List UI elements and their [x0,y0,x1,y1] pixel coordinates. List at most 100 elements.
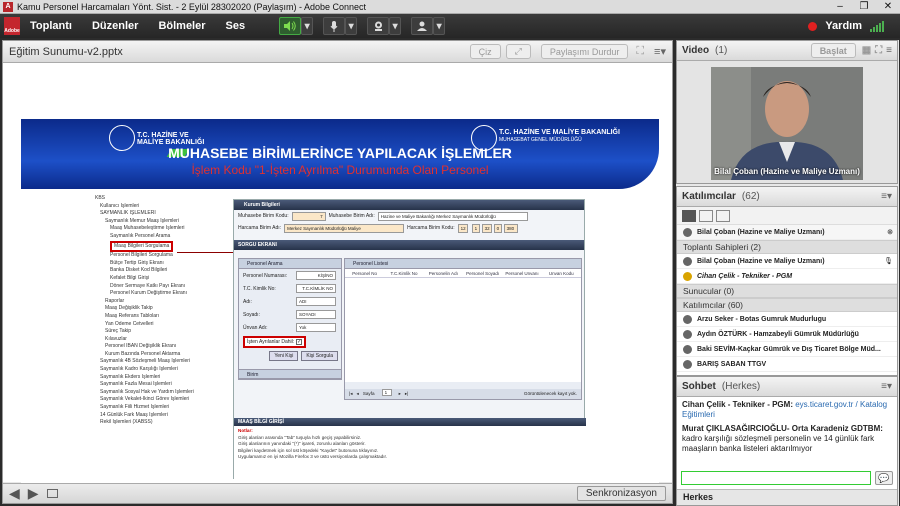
kurum-kodu-field[interactable]: 7 [291,211,326,221]
kurum-adi-field[interactable]: Hazine ve Maliye Bakanlığı Merkez Sayman… [377,211,528,221]
send-message-icon[interactable]: 💬 [875,471,893,485]
menu-duzenler[interactable]: Düzenler [92,20,138,32]
tree-item[interactable]: Kılavuzlar [95,336,235,344]
isten-ayrilanlar-checkbox[interactable]: İşten Ayrılanlar Dahil: ✓ [243,335,307,348]
tree-item[interactable]: Saymanlık Fazla Mesai İşlemleri [95,381,235,389]
breakout-icon[interactable] [699,209,713,222]
pager-first-icon[interactable]: |◂ [349,389,353,399]
list-column-header[interactable]: T.C.Kimlik No [384,271,423,276]
help-menu[interactable]: Yardım [825,20,862,32]
yeni-kisi-button[interactable]: Yeni Kişi [269,351,299,361]
kisi-sorgula-button[interactable]: Kişi Sorgula [301,351,338,361]
microphone-dropdown-icon[interactable]: ▾ [345,17,358,35]
tckimlik-field[interactable]: T.C.KİMLİK NO [296,284,336,293]
list-column-header[interactable]: Personelin Adı [424,271,463,276]
stop-sharing-button[interactable]: Paylaşımı Durdur [540,44,629,59]
tree-item[interactable]: Döner Sermaye Katkı Payı Ekranı [95,283,235,291]
tree-item[interactable]: Saymanlık Memur Maaş İşlemleri [95,218,235,226]
harcama-kodu-1[interactable]: 12 [457,223,468,233]
pager-next-icon[interactable]: ▸ [399,389,401,399]
webcam-icon[interactable] [367,17,390,35]
microphone-icon[interactable] [323,17,346,35]
tree-item[interactable]: Kurum Bazında Personel Aktarma [95,351,235,359]
chat-menu-icon[interactable]: ≡▾ [881,381,892,392]
attendee-row[interactable]: Arzu Seker - Botas Gumruk Mudurlugu [677,312,897,327]
tree-item[interactable]: Süreç Takip [95,328,235,336]
tree-item[interactable]: Saymanlık Fiili Hizmet İşlemleri [95,404,235,412]
presenters-group[interactable]: Sunucular (0) [677,284,897,298]
tree-item[interactable]: SAYMANLIK İŞLEMLERİ [95,210,235,218]
attendees-menu-icon[interactable]: ≡▾ [881,191,892,202]
tree-item[interactable]: Kefalet Bilgi Girişi [95,275,235,283]
hosts-group[interactable]: Toplantı Sahipleri (2) [677,240,897,254]
personel-no-field[interactable]: KİŞİNO [296,271,336,280]
minimize-button[interactable]: – [828,0,852,13]
prev-slide-icon[interactable]: ◀ [9,485,20,502]
attendee-row[interactable]: BARIŞ SABAN TTGV [677,357,897,372]
draw-button[interactable]: Çiz [469,44,501,59]
adi-field[interactable]: ADI [296,297,336,306]
tree-item[interactable]: KBS [95,195,235,203]
chat-recipient-selector[interactable]: Herkes [677,489,897,505]
tree-item[interactable]: Saymanlık Vekalet-İkinci Görev İşlemleri [95,396,235,404]
pointer-tool-icon[interactable]: ⤢ [505,44,531,59]
tree-item[interactable]: Kullanıcı İşlemleri [95,203,235,211]
pod-menu-icon[interactable]: ≡▾ [654,45,666,58]
tree-item[interactable]: Saymanlık Kadro Karşılığı İşlemleri [95,366,235,374]
tree-item[interactable]: Saymanlık Sosyal Hak ve Yardım İşlemleri [95,389,235,397]
list-column-header[interactable]: Unvan Kodu [542,271,581,276]
harcama-kodu-5[interactable]: 380 [503,223,518,233]
status-dropdown-icon[interactable]: ▾ [433,17,446,35]
attendee-row[interactable]: Bilal Çoban (Hazine ve Maliye Uzmanı) 🎙 [677,254,897,269]
tree-item[interactable]: Personel IBAN Değişiklik Ekranı [95,343,235,351]
tree-item[interactable]: 14 Günlük Fark Maaş İşlemleri [95,412,235,420]
menu-bolmeler[interactable]: Bölmeler [158,20,205,32]
harcama-kodu-3[interactable]: 32 [481,223,492,233]
tree-item[interactable]: Saymanlık Personel Arama [95,233,235,241]
list-column-header[interactable]: Personel Unvanı [502,271,541,276]
attendee-row[interactable]: Baki SEVİM-Kaçkar Gümrük ve Dış Ticaret … [677,342,897,357]
next-slide-icon[interactable]: ▶ [28,485,39,502]
sync-button[interactable]: Senkronizasyon [576,486,666,501]
list-column-header[interactable]: Personel Soyadı [463,271,502,276]
tree-item[interactable]: Yan Ödeme Cetvelleri [95,321,235,329]
tree-item[interactable]: Personel Kurum Değiştirme Ekranı [95,290,235,298]
video-fullscreen-icon[interactable]: ⛶ [875,45,882,56]
list-column-header[interactable]: Personel No [345,271,384,276]
chat-input[interactable] [681,471,871,485]
attendee-row[interactable]: Aydın ÖZTÜRK - Hamzabeyli Gümrük Müdürlü… [677,327,897,342]
slide-sidebar-icon[interactable] [46,489,58,498]
attendee-row[interactable]: Cihan Çelik - Tekniker - PGM [677,269,897,284]
menu-ses[interactable]: Ses [226,20,246,32]
list-view-icon[interactable] [682,209,696,222]
start-video-button[interactable]: Başlat [810,43,856,58]
harcama-kodu-4[interactable]: 0 [493,223,502,233]
tree-item[interactable]: Saymanlık 4B Sözleşmeli Maaş İşlemleri [95,358,235,366]
close-button[interactable]: ✕ [876,0,900,13]
speaker-icon[interactable] [279,17,302,35]
video-options-icon[interactable]: ▦ [862,45,871,56]
recording-icon[interactable] [808,21,818,31]
status-person-icon[interactable] [411,17,434,35]
tree-item[interactable]: Saymanlık Ekders İşlemleri [95,374,235,382]
tree-item[interactable]: Personel Bilgileri Sorgulama [95,252,235,260]
tree-item[interactable]: Rekil İşlemleri (XABSS) [95,419,235,427]
participants-group[interactable]: Katılımcılar (60) [677,298,897,312]
close-icon[interactable]: ⊗ [887,228,893,236]
harcama-kodu-2[interactable]: 1 [471,223,480,233]
tree-item-maas-bilgileri-sorgulama[interactable]: Maaş Bilgileri Sorgulama [95,240,235,253]
maximize-button[interactable]: ❐ [852,0,876,13]
pager-prev-icon[interactable]: ◂ [357,389,359,399]
soyadi-field[interactable]: SOYADI [296,310,336,319]
tree-item[interactable]: Maaş Değişiklik Takip [95,305,235,313]
status-view-icon[interactable] [716,209,730,222]
speaker-dropdown-icon[interactable]: ▾ [301,17,314,35]
fullscreen-icon[interactable]: ⛶ [636,45,644,58]
video-menu-icon[interactable]: ≡ [886,45,892,56]
tree-item[interactable]: Maaş Muhasebeleştirme İşlemleri [95,225,235,233]
tree-item[interactable]: Banka Disket Kod Bilgileri [95,267,235,275]
harcama-adi-field[interactable]: Merkez Saymanlık Müdürlüğü Maliye [284,223,405,233]
menu-toplanti[interactable]: Toplantı [30,20,72,32]
unvan-field[interactable]: Yok [296,323,336,332]
pager-last-icon[interactable]: ▸| [405,389,409,399]
